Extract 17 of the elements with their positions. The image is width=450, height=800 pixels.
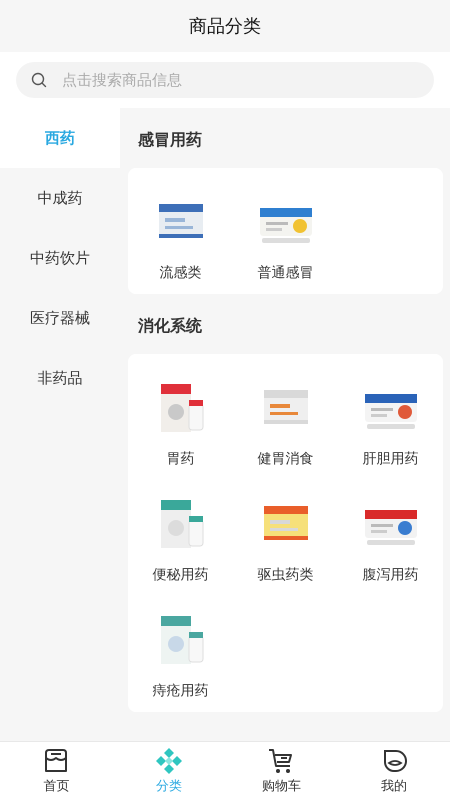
product-category[interactable]: 胃药 [128, 362, 233, 478]
section-heading: 感冒用药 [137, 129, 203, 151]
product-category[interactable]: 流感类 [128, 176, 233, 292]
section-heading: 消化系统 [137, 315, 203, 337]
product-category[interactable]: 健胃消食 [233, 362, 338, 478]
page-title: 商品分类 [189, 15, 261, 38]
category-icon [154, 747, 183, 775]
tab-bar-item[interactable]: 首页 [0, 742, 112, 800]
tab-bar-item[interactable]: 我的 [338, 742, 450, 800]
product-category[interactable]: 驱虫药类 [233, 478, 338, 594]
tab-bar-item[interactable]: 购物车 [225, 742, 338, 800]
product-category[interactable]: 肝胆用药 [338, 362, 443, 478]
product-category[interactable]: 痔疮用药 [128, 594, 233, 710]
product-category[interactable]: 便秘用药 [128, 478, 233, 594]
product-category[interactable]: 腹泻用药 [338, 478, 443, 594]
product-category[interactable]: 普通感冒 [233, 176, 338, 292]
search-field[interactable]: 点击搜索商品信息 [16, 62, 434, 98]
